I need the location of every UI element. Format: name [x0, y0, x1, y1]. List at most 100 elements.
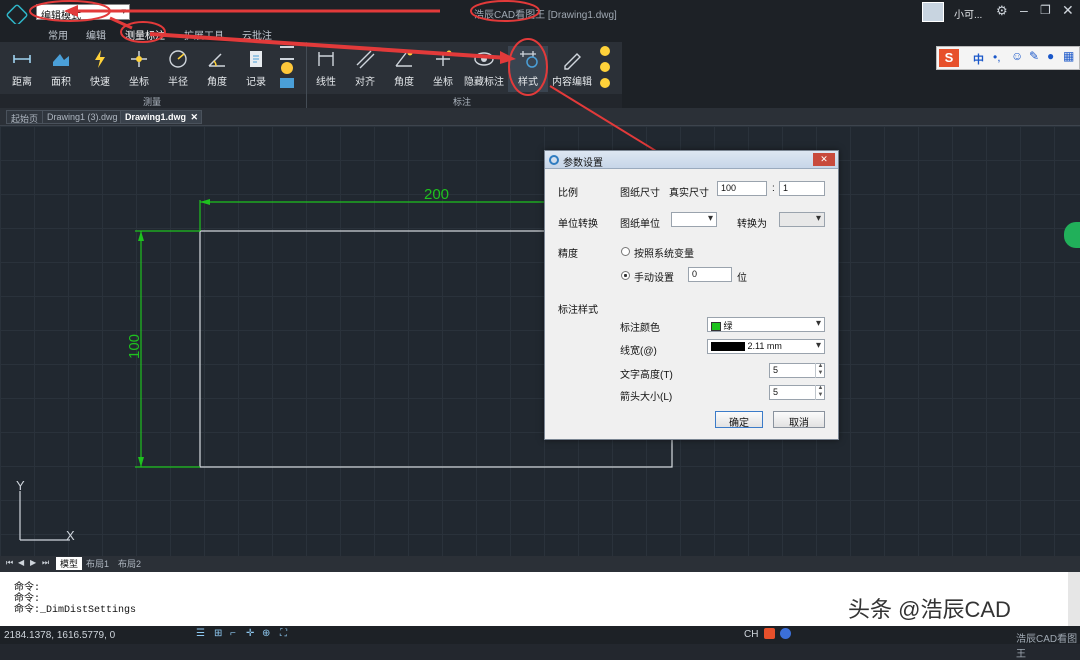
palette-icon-1[interactable]: [600, 46, 610, 56]
area-button[interactable]: 面积: [41, 46, 81, 92]
angle-dim-button[interactable]: 角度: [384, 46, 424, 92]
linewidth-select[interactable]: 2.11 mm: [707, 339, 825, 354]
last-page-icon[interactable]: ⏭: [42, 558, 49, 568]
command-line[interactable]: 命令: 命令: 命令:_DimDistSettings 头条 @浩辰CAD: [0, 572, 1080, 626]
next-page-icon[interactable]: ▶: [30, 558, 36, 567]
toolbox-icon[interactable]: ▦: [1063, 49, 1074, 63]
ime-chinese-label[interactable]: 中: [973, 51, 984, 67]
sun-icon[interactable]: [281, 62, 293, 74]
dim-vertical-line: [135, 230, 200, 468]
first-page-icon[interactable]: ⏮: [6, 558, 13, 568]
punctuation-icon[interactable]: •,: [993, 50, 1001, 64]
avatar[interactable]: [922, 2, 944, 22]
distance-label: 距离: [12, 77, 32, 88]
distance-button[interactable]: 距离: [2, 46, 42, 92]
menu-cloud-annotate[interactable]: 云批注: [242, 27, 272, 42]
group-measure-label: 测量: [143, 97, 162, 107]
radius-button[interactable]: 半径: [158, 46, 198, 92]
manual-precision-input[interactable]: 0: [688, 267, 732, 282]
cancel-button[interactable]: 取消: [773, 411, 825, 429]
record-button[interactable]: 记录: [236, 46, 276, 92]
radio-manual[interactable]: [621, 271, 630, 280]
tray-sogou-icon[interactable]: [764, 628, 775, 639]
coordinate-dim-button[interactable]: 坐标: [423, 46, 463, 92]
paper-size-input[interactable]: 100: [717, 181, 767, 196]
settings-icon[interactable]: ⚙: [996, 3, 1008, 19]
menu-measure-dim[interactable]: 测量标注: [125, 27, 165, 42]
close-button[interactable]: ✕: [1062, 2, 1074, 19]
emoji-icon[interactable]: ☺: [1011, 49, 1023, 63]
radio-system[interactable]: [621, 247, 630, 256]
menu-extend-tools[interactable]: 扩展工具: [184, 27, 224, 42]
ucs-x-label: X: [66, 528, 75, 543]
content-edit-label: 内容编辑: [552, 77, 592, 88]
command-scrollbar[interactable]: [1068, 572, 1080, 626]
sogou-icon[interactable]: S: [939, 49, 959, 67]
tab-drawing1[interactable]: Drawing1.dwg ✕: [120, 110, 202, 124]
snap-toggle-icon[interactable]: ⊞: [214, 628, 222, 639]
close-icon[interactable]: ✕: [190, 112, 198, 123]
mode-select[interactable]: 编辑模式 ▾: [36, 4, 130, 22]
user-name[interactable]: 小可...: [954, 6, 982, 21]
scale-label: 比例: [558, 188, 578, 199]
ruler-icon: [11, 48, 33, 70]
dialog-title: 参数设置: [563, 158, 603, 169]
dialog-close-button[interactable]: ✕: [813, 153, 835, 166]
palette-icon-3[interactable]: [600, 78, 610, 88]
menu-edit[interactable]: 编辑: [86, 27, 106, 42]
grid-toggle-icon[interactable]: ☰: [196, 628, 205, 639]
status-bar: 2184.1378, 1616.5779, 0 ☰ ⊞ ⌐ ✛ ⊕ ⛶ CH 浩…: [0, 626, 1080, 660]
ime-toolbar: S 中 •, ☺ ✎ ● ▦: [936, 46, 1080, 70]
dim-style-button[interactable]: 样式: [508, 46, 548, 92]
prev-page-icon[interactable]: ◀: [18, 558, 24, 567]
area-label: 面积: [51, 77, 71, 88]
ok-button[interactable]: 确定: [715, 411, 763, 429]
app-name: 浩辰CAD看图王: [474, 10, 546, 21]
paper-unit-select[interactable]: [671, 212, 717, 227]
tab-start-page[interactable]: 起始页: [6, 110, 44, 124]
text-height-label: 文字高度(T): [620, 370, 673, 381]
aligned-dim-icon: [354, 48, 376, 70]
mic-icon[interactable]: ●: [1047, 49, 1054, 63]
tray-help-icon[interactable]: [780, 628, 791, 639]
quick-button[interactable]: 快速: [80, 46, 120, 92]
aligned-dim-button[interactable]: 对齐: [345, 46, 385, 92]
layout-tab-model[interactable]: 模型: [56, 557, 83, 570]
dim-horizontal-text: 200: [424, 186, 450, 203]
drawing-geometry: [19, 199, 673, 541]
angle-button[interactable]: 角度: [197, 46, 237, 92]
layout-tab-1[interactable]: 布局1: [86, 557, 109, 570]
list-icon[interactable]: [280, 46, 294, 60]
dim-color-select[interactable]: 绿: [707, 317, 825, 332]
coordinates-readout: 2184.1378, 1616.5779, 0: [4, 630, 116, 641]
linear-dim-button[interactable]: 线性: [306, 46, 346, 92]
text-height-spinner[interactable]: ▲ ▼: [815, 363, 825, 378]
maximize-button[interactable]: ❐: [1040, 3, 1051, 17]
ratio-separator: :: [772, 183, 775, 194]
arrow-size-label: 箭头大小(L): [620, 392, 673, 403]
table-icon[interactable]: [280, 78, 294, 88]
menu-common[interactable]: 常用: [48, 27, 68, 42]
aligned-dim-label: 对齐: [355, 77, 375, 88]
polar-toggle-icon[interactable]: ✛: [246, 628, 254, 639]
fullscreen-icon[interactable]: ⛶: [280, 628, 287, 639]
tab-drawing1-3[interactable]: Drawing1 (3).dwg: [42, 110, 123, 124]
dim-style-section-label: 标注样式: [558, 305, 598, 316]
drawing-canvas[interactable]: 200 100 Y X: [0, 126, 1080, 556]
tray-ime-icon[interactable]: CH: [744, 629, 758, 640]
side-handle[interactable]: [1064, 222, 1080, 248]
content-edit-button[interactable]: 内容编辑: [550, 46, 594, 92]
ortho-toggle-icon[interactable]: ⌐: [230, 628, 236, 639]
dim-color-label: 标注颜色: [620, 323, 660, 334]
minimize-button[interactable]: –: [1020, 2, 1028, 18]
arrow-size-spinner[interactable]: ▲ ▼: [815, 385, 825, 400]
hide-dim-button[interactable]: 隐藏标注: [462, 46, 506, 92]
convert-to-select[interactable]: [779, 212, 825, 227]
palette-icon-2[interactable]: [600, 62, 610, 72]
brush-icon[interactable]: ✎: [1029, 49, 1039, 63]
ratio-input[interactable]: 1: [779, 181, 825, 196]
coordinate-button[interactable]: 坐标: [119, 46, 159, 92]
layout-tab-2[interactable]: 布局2: [118, 557, 141, 570]
osnap-toggle-icon[interactable]: ⊕: [262, 628, 270, 639]
radio-manual-label: 手动设置: [634, 273, 674, 284]
